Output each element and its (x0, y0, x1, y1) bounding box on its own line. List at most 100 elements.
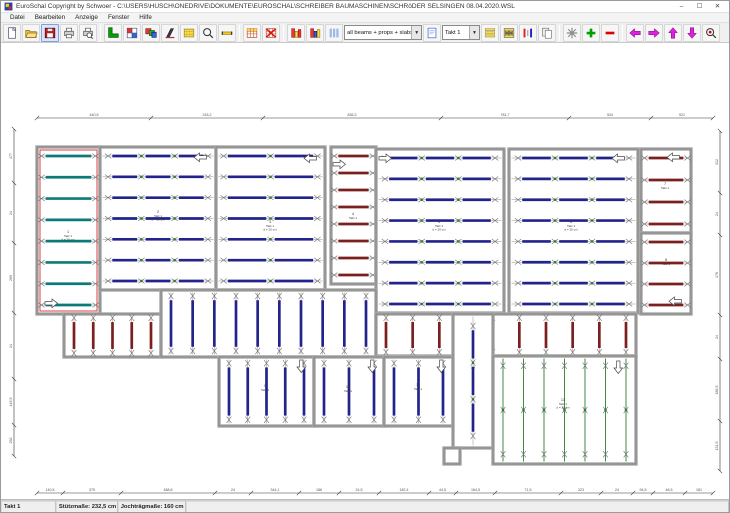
close-button[interactable]: ✕ (709, 1, 726, 12)
slant-icon (163, 26, 177, 40)
svg-text:44,5: 44,5 (439, 488, 446, 492)
zoom-window-button[interactable] (702, 24, 720, 42)
corridor-west[interactable] (64, 314, 161, 357)
svg-text:24: 24 (715, 335, 719, 339)
menu-item-hilfe[interactable]: Hilfe (134, 13, 157, 23)
svg-text:181: 181 (696, 488, 702, 492)
stock-button[interactable] (500, 24, 518, 42)
room-9[interactable]: 9Takt 1 (219, 357, 314, 426)
copy-view-button[interactable] (538, 24, 556, 42)
arrR-icon (647, 26, 661, 40)
walls-tool-button[interactable] (104, 24, 122, 42)
menu-item-bearbeiten[interactable]: Bearbeiten (30, 13, 70, 23)
mesh-tool-button[interactable] (180, 24, 198, 42)
room-8[interactable]: 8Takt 1 (641, 233, 691, 314)
corridor-mid[interactable] (161, 290, 376, 357)
status-field-1: Stützmaße: 232,5 cm (56, 501, 118, 513)
svg-text:375: 375 (89, 488, 95, 492)
stair-corridor[interactable]: 12 (453, 314, 493, 448)
columns-button[interactable] (325, 24, 343, 42)
room-4[interactable]: 4Takt 1 (331, 147, 376, 284)
refresh-button[interactable] (563, 24, 581, 42)
room-2[interactable]: 2Takt 1d = 20 cm (100, 147, 216, 290)
corridor-east[interactable] (376, 314, 636, 356)
props-red-button[interactable] (287, 24, 305, 42)
svg-text:534: 534 (607, 113, 613, 117)
menu-item-datei[interactable]: Datei (5, 13, 30, 23)
print-icon (62, 26, 76, 40)
status-field-0: Takt 1 (1, 501, 56, 513)
svg-text:344,1: 344,1 (271, 488, 280, 492)
maximize-button[interactable]: ☐ (691, 1, 708, 12)
open-button[interactable] (22, 24, 40, 42)
plus-icon (584, 26, 598, 40)
takt-select[interactable]: Takt 1▼ (442, 25, 480, 40)
new-icon (5, 26, 19, 40)
new-button[interactable] (3, 24, 21, 42)
svg-text:24,5: 24,5 (356, 488, 363, 492)
room-1[interactable]: 1Takt 1d = 20 cm (37, 147, 100, 314)
svg-text:318,2: 318,2 (203, 113, 212, 117)
zoom-out-button[interactable] (601, 24, 619, 42)
room-10[interactable]: 10Takt 1 (314, 357, 384, 426)
plan-canvas[interactable]: 440,5318,2836,3781,7534921140,5375488,62… (1, 43, 729, 500)
transfer-button[interactable] (519, 24, 537, 42)
room-6[interactable]: 6Takt 1d = 20 cm (509, 149, 638, 313)
stair-step[interactable] (444, 448, 460, 464)
sheet-button[interactable] (423, 24, 441, 42)
svg-text:477: 477 (9, 153, 13, 159)
props-blue-button[interactable] (306, 24, 324, 42)
formwork-plan-drawing[interactable]: 440,5318,2836,3781,7534921140,5375488,62… (1, 43, 730, 500)
material-table-button[interactable] (243, 24, 261, 42)
save-button[interactable] (41, 24, 59, 42)
zoom-in-button[interactable] (582, 24, 600, 42)
toolbar-separator (239, 25, 240, 41)
status-field-2: Jochträgmaße: 160 cm (118, 501, 186, 513)
pan-right-button[interactable] (645, 24, 663, 42)
room-label: 12 (471, 366, 475, 370)
chevron-down-icon[interactable]: ▼ (411, 26, 421, 39)
wallL-icon (106, 26, 120, 40)
status-bar: Takt 1Stützmaße: 232,5 cmJochträgmaße: 1… (1, 500, 729, 513)
room-5[interactable]: 5Takt 1d = 20 cm (376, 149, 504, 313)
beam-icon (220, 26, 234, 40)
zoom-icon (201, 26, 215, 40)
svg-text:323: 323 (578, 488, 584, 492)
zoom-tool-button[interactable] (199, 24, 217, 42)
chevron-down-icon[interactable]: ▼ (469, 26, 479, 39)
pan-left-button[interactable] (626, 24, 644, 42)
svg-text:164,5: 164,5 (471, 488, 480, 492)
room-7[interactable]: 7Takt 1 (641, 149, 691, 233)
minus-icon (603, 26, 617, 40)
diskHH-icon (502, 26, 516, 40)
room-3[interactable]: 3Takt 1d = 20 cm (216, 147, 325, 290)
view-filter-select-value: all beams + props + slabs (345, 30, 411, 36)
svg-text:488,6: 488,6 (164, 488, 173, 492)
room-12[interactable]: 13Takt 1d = 20 cm (493, 356, 636, 464)
flagR-icon (289, 26, 303, 40)
pinRB-icon (521, 26, 535, 40)
pan-down-button[interactable] (683, 24, 701, 42)
minimize-button[interactable]: – (673, 1, 690, 12)
takt-colors-button[interactable] (142, 24, 160, 42)
menu-bar: DateiBearbeitenAnzeigeFensterHilfe (1, 13, 729, 23)
star-icon (565, 26, 579, 40)
svg-text:d = 20 cm: d = 20 cm (263, 227, 277, 231)
menu-item-anzeige[interactable]: Anzeige (70, 13, 103, 23)
svg-text:Takt 1: Takt 1 (261, 388, 269, 392)
view-filter-select[interactable]: all beams + props + slabs▼ (344, 25, 422, 40)
zoomR-icon (704, 26, 718, 40)
print-button[interactable] (60, 24, 78, 42)
panel-tool-button[interactable] (161, 24, 179, 42)
material-delete-button[interactable] (262, 24, 280, 42)
svg-text:71,5: 71,5 (525, 488, 532, 492)
pan-up-button[interactable] (664, 24, 682, 42)
print-preview-button[interactable] (79, 24, 97, 42)
beam-tool-button[interactable] (218, 24, 236, 42)
layers-button[interactable] (481, 24, 499, 42)
svg-text:Takt 1: Takt 1 (349, 216, 357, 220)
svg-text:781,7: 781,7 (501, 113, 510, 117)
room-11[interactable]: 11Takt 1 (384, 357, 453, 426)
formwork-grid-button[interactable] (123, 24, 141, 42)
menu-item-fenster[interactable]: Fenster (103, 13, 134, 23)
